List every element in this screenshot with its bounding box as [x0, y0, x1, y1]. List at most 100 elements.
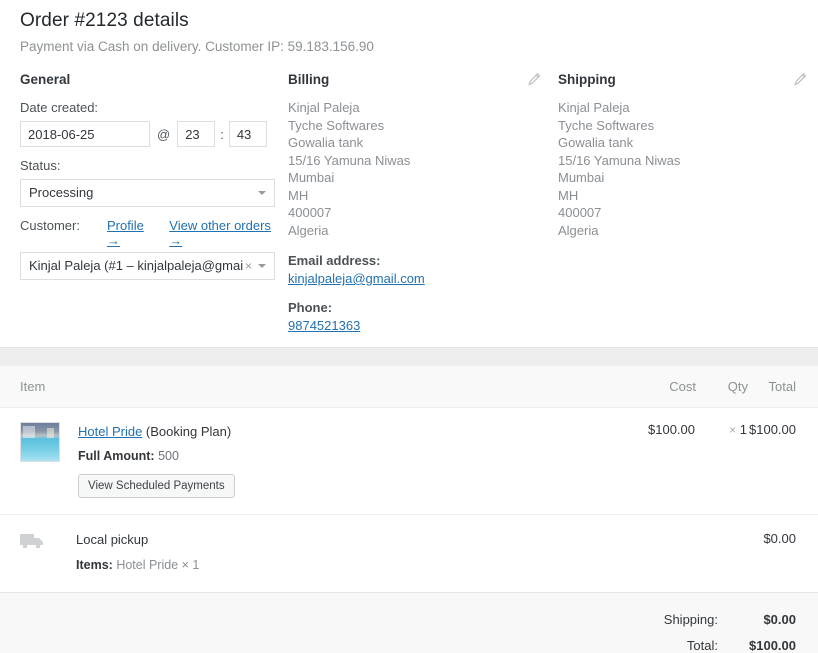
totals-total-label: Total: [686, 638, 718, 653]
date-created-label: Date created: [20, 100, 99, 115]
customer-select-value: Kinjal Paleja (#1 – kinjalpaleja@gmail.c… [29, 258, 244, 273]
shipping-items-value: Hotel Pride × 1 [116, 558, 200, 572]
order-totals-area: Shipping: $0.00 Total: $100.00 [0, 593, 818, 653]
items-panel-topbar [0, 347, 818, 366]
shipping-heading: Shipping [558, 72, 616, 87]
column-header-item: Item [0, 366, 556, 408]
shipping-address-line: Gowalia tank [558, 135, 634, 150]
item-meta-line: Full Amount: 500 [78, 447, 235, 465]
product-type-label: (Booking Plan) [142, 424, 232, 439]
item-cost-cell: $100.00 [624, 407, 696, 515]
column-header-total: Total [748, 366, 818, 408]
date-created-input[interactable] [20, 121, 150, 147]
column-spacer [556, 366, 624, 408]
billing-address-line: 15/16 Yamuna Niwas [288, 152, 411, 168]
billing-email-link[interactable]: kinjalpaleja@gmail.com [288, 270, 425, 288]
table-row: Local pickup Items: Hotel Pride × 1 $0.0… [0, 514, 818, 593]
customer-select[interactable]: Kinjal Paleja (#1 – kinjalpaleja@gmail.c… [20, 252, 275, 280]
billing-address-line: 400007 [288, 205, 332, 220]
table-header-row: Item Cost Qty Total [0, 366, 818, 408]
shipping-column: Shipping Kinjal Paleja Tyche Softwares G… [550, 71, 818, 252]
payment-method-summary: Payment via Cash on delivery. Customer I… [20, 39, 374, 54]
qty-value: 1 [739, 422, 747, 437]
totals-row-shipping: Shipping: $0.00 [664, 607, 818, 633]
view-scheduled-payments-button[interactable]: View Scheduled Payments [78, 474, 235, 498]
product-thumbnail-image [20, 422, 60, 462]
full-amount-value: 500 [158, 449, 179, 463]
shipping-method-name: Local pickup [76, 532, 149, 547]
chevron-down-icon [258, 191, 266, 195]
shipping-address-line: Kinjal Paleja [558, 100, 630, 115]
at-separator: @ [157, 126, 171, 142]
billing-address-line: MH [288, 187, 309, 203]
truck-icon [20, 534, 43, 548]
order-details-page: Order #2123 details Payment via Cash on … [0, 0, 818, 653]
order-items-table: Item Cost Qty Total Hotel Pride (Booking… [0, 366, 818, 593]
billing-address-line: Kinjal Paleja [288, 100, 360, 115]
column-header-cost: Cost [624, 366, 696, 408]
shipping-address: Kinjal Paleja Tyche Softwares Gowalia ta… [558, 99, 818, 239]
shipping-total-cell: $0.00 [748, 514, 818, 593]
billing-column: Billing Kinjal Paleja Tyche Softwares Go… [285, 71, 550, 346]
qty-multiply-symbol: × [729, 423, 737, 437]
customer-other-orders-link[interactable]: View other orders → [169, 218, 285, 248]
full-amount-label: Full Amount: [78, 449, 155, 463]
shipping-spacer-cell [556, 514, 624, 593]
order-hour-input[interactable] [177, 121, 216, 147]
totals-shipping-value: $0.00 [763, 612, 796, 627]
date-created-row: @ : [20, 121, 285, 147]
billing-address: Kinjal Paleja Tyche Softwares Gowalia ta… [288, 99, 550, 239]
item-qty-cell: × 1 [696, 407, 748, 515]
item-details-cell: Hotel Pride (Booking Plan) Full Amount: … [0, 407, 556, 515]
order-status-value: Processing [29, 185, 94, 200]
billing-phone-label: Phone: [288, 300, 333, 315]
item-spacer-cell [556, 407, 624, 515]
totals-row-total: Total: $100.00 [664, 633, 818, 653]
status-label: Status: [20, 158, 61, 173]
billing-email-label: Email address: [288, 253, 381, 268]
edit-shipping-pencil-icon[interactable] [793, 72, 808, 87]
customer-label-row: Customer: Profile → View other orders → [20, 217, 285, 248]
order-items-body: Hotel Pride (Booking Plan) Full Amount: … [0, 407, 818, 593]
billing-address-line: Algeria [288, 222, 329, 238]
order-totals-table: Shipping: $0.00 Total: $100.00 [664, 607, 818, 653]
order-header: Order #2123 details Payment via Cash on … [0, 0, 818, 57]
clear-customer-icon[interactable]: × [245, 253, 252, 279]
order-status-select[interactable]: Processing [20, 179, 275, 207]
shipping-address-line: Mumbai [558, 170, 605, 185]
chevron-down-icon [258, 264, 266, 268]
shipping-items-line: Items: Hotel Pride × 1 [76, 556, 199, 574]
shipping-qty-empty-cell [696, 514, 748, 593]
customer-profile-link[interactable]: Profile → [107, 218, 159, 248]
shipping-address-line: Tyche Softwares [558, 117, 655, 133]
billing-address-line: Tyche Softwares [288, 117, 385, 133]
order-minute-input[interactable] [228, 121, 267, 147]
item-name-line: Hotel Pride (Booking Plan) [78, 423, 235, 441]
shipping-address-line: MH [558, 187, 579, 203]
shipping-address-line: 400007 [558, 205, 602, 220]
shipping-address-line: 15/16 Yamuna Niwas [558, 152, 681, 168]
order-items-header: Item Cost Qty Total [0, 366, 818, 408]
general-column: General Date created: @ : Status: Proces… [20, 71, 285, 290]
shipping-address-line: Algeria [558, 222, 599, 238]
order-data-columns: General Date created: @ : Status: Proces… [0, 57, 818, 346]
general-heading: General [20, 72, 71, 87]
order-items-panel: Item Cost Qty Total Hotel Pride (Booking… [0, 347, 818, 653]
billing-address-line: Gowalia tank [288, 135, 364, 150]
customer-label: Customer: [20, 218, 80, 233]
edit-billing-pencil-icon[interactable] [527, 72, 542, 87]
shipping-cost-empty-cell [624, 514, 696, 593]
billing-address-line: Mumbai [288, 170, 335, 185]
page-title: Order #2123 details [20, 10, 189, 31]
billing-heading: Billing [288, 72, 330, 87]
truck-icon-wrap [20, 531, 58, 557]
billing-phone-link[interactable]: 9874521363 [288, 317, 360, 335]
table-row: Hotel Pride (Booking Plan) Full Amount: … [0, 407, 818, 515]
column-header-qty: Qty [696, 366, 748, 408]
totals-total-value: $100.00 [749, 638, 796, 653]
shipping-method-cell: Local pickup Items: Hotel Pride × 1 [0, 514, 556, 593]
totals-shipping-label: Shipping: [663, 612, 718, 627]
product-link[interactable]: Hotel Pride [78, 424, 142, 439]
shipping-items-label: Items: [76, 558, 113, 572]
time-separator: : [220, 126, 224, 142]
